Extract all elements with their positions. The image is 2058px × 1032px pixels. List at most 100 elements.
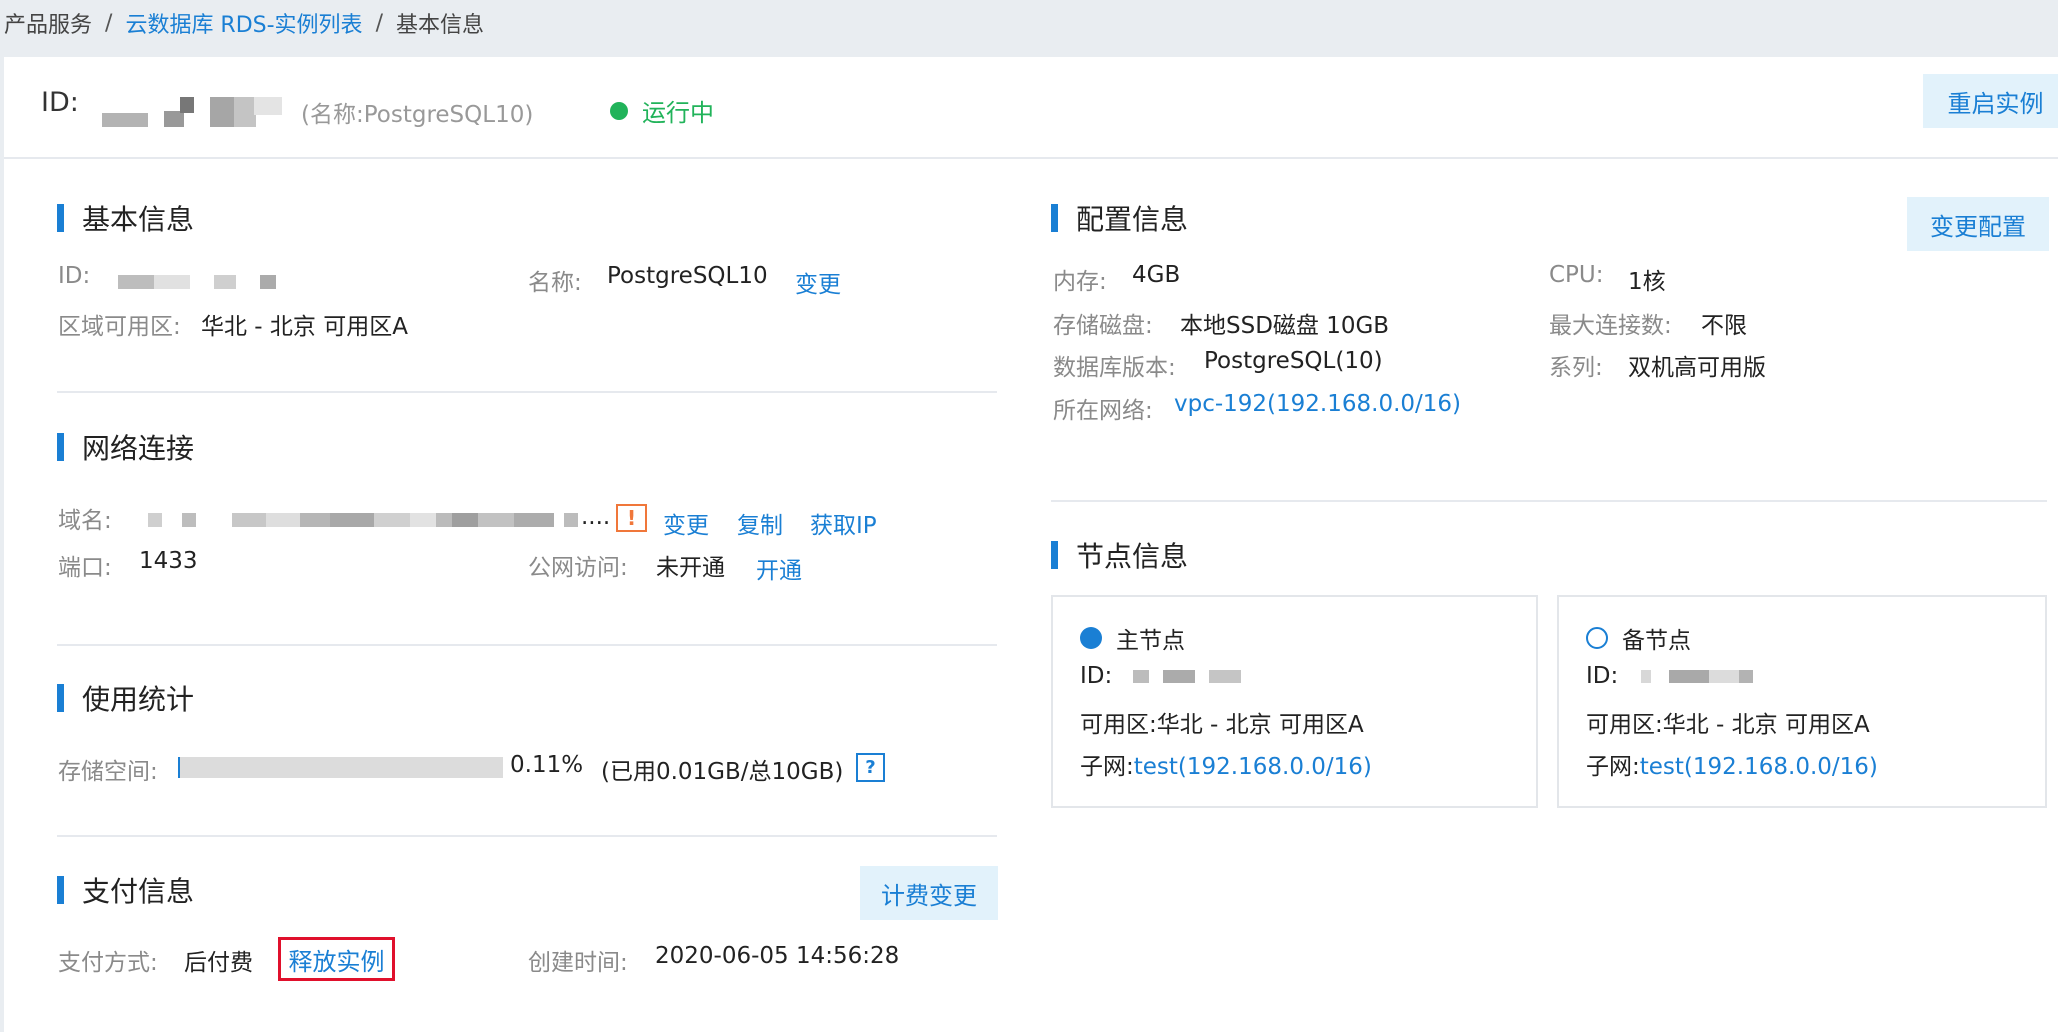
vpc-label: 所在网络: [1053,398,1153,424]
primary-node-zone-row: 可用区:华北 - 北京 可用区A [1080,705,1364,739]
primary-node-id-redacted [1133,667,1253,687]
series-label: 系列: [1549,355,1603,381]
primary-node-subnet-link[interactable]: test(192.168.0.0/16) [1134,754,1372,780]
db-version-label: 数据库版本: [1053,355,1176,381]
section-title-basic-info: 基本信息 [57,198,194,238]
section-accent-bar [1051,541,1058,569]
breadcrumb-item-instance-list[interactable]: 云数据库 RDS-实例列表 [125,7,362,39]
primary-node-zone-label: 可用区: [1080,712,1157,738]
primary-node-radio-icon [1080,627,1102,649]
basic-name-value: PostgreSQL10 [607,263,768,289]
divider [57,835,997,837]
max-connections-value: 不限 [1701,313,1747,339]
instance-detail-card: ID: (名称:PostgreSQL10) 运行中 重启实例 基本信息 ID: … [4,57,2058,1032]
domain-redacted [148,507,578,531]
instance-header: ID: (名称:PostgreSQL10) 运行中 重启实例 [4,57,2058,159]
primary-node-header: 主节点 [1080,621,1185,655]
basic-id-redacted [114,271,284,293]
section-title-text: 支付信息 [82,875,195,908]
instance-id-label: ID: [41,87,79,118]
standby-node-id-redacted [1639,667,1759,687]
payment-method-value: 后付费 [184,950,253,976]
section-accent-bar [57,876,64,904]
standby-node-zone-label: 可用区: [1586,712,1663,738]
standby-node-title: 备节点 [1622,628,1691,654]
section-title-payment: 支付信息 [57,870,194,910]
breadcrumb-item-products[interactable]: 产品服务 [4,7,92,39]
change-name-link[interactable]: 变更 [795,265,841,299]
section-title-nodes: 节点信息 [1051,535,1188,575]
primary-node-subnet-row: 子网:test(192.168.0.0/16) [1080,747,1372,781]
storage-label: 存储空间: [58,759,158,785]
public-access-value: 未开通 [656,555,725,581]
primary-node-id-label: ID: [1080,663,1113,689]
standby-node-card: 备节点 ID: 可用区:华北 - 北京 可用区A 子网:test(192.168… [1557,595,2047,808]
copy-domain-link[interactable]: 复制 [737,506,783,540]
storage-detail: (已用0.01GB/总10GB) [601,759,844,785]
status-text: 运行中 [642,99,714,127]
series-value: 双机高可用版 [1628,355,1766,381]
domain-ellipsis: .... [581,504,611,530]
storage-percent: 0.11% [510,752,584,778]
section-title-config: 配置信息 [1051,198,1188,238]
standby-node-subnet-row: 子网:test(192.168.0.0/16) [1586,747,1878,781]
disk-label: 存储磁盘: [1053,313,1153,339]
domain-label: 域名: [58,508,112,534]
instance-name-note: (名称:PostgreSQL10) [301,102,534,128]
breadcrumb-separator: / [375,10,383,36]
vpc-link[interactable]: vpc-192(192.168.0.0/16) [1174,391,1461,417]
change-domain-link[interactable]: 变更 [663,506,709,540]
section-accent-bar [57,204,64,232]
primary-node-zone-value: 华北 - 北京 可用区A [1156,712,1364,738]
standby-node-subnet-link[interactable]: test(192.168.0.0/16) [1640,754,1878,780]
basic-id-label: ID: [58,263,91,289]
get-ip-link[interactable]: 获取IP [810,506,877,540]
port-value: 1433 [139,548,198,574]
warning-icon[interactable]: ! [616,504,647,532]
disk-value: 本地SSD磁盘 10GB [1180,313,1390,339]
section-accent-bar [1051,204,1058,232]
enable-public-link[interactable]: 开通 [756,551,802,585]
standby-node-id-label: ID: [1586,663,1619,689]
primary-node-card: 主节点 ID: 可用区:华北 - 北京 可用区A 子网:test(192.168… [1051,595,1538,808]
release-instance-link[interactable]: 释放实例 [278,937,395,981]
status-dot-icon [610,101,628,120]
section-title-usage: 使用统计 [57,678,194,718]
basic-name-label: 名称: [528,270,582,296]
breadcrumb-separator: / [105,10,113,36]
created-time-label: 创建时间: [528,950,628,976]
divider [57,644,997,646]
primary-node-subnet-label: 子网: [1080,754,1134,780]
section-title-text: 节点信息 [1076,540,1189,573]
primary-node-title: 主节点 [1116,628,1185,654]
section-title-text: 基本信息 [82,203,195,236]
section-title-text: 配置信息 [1076,203,1189,236]
section-title-network: 网络连接 [57,427,194,467]
port-label: 端口: [58,555,112,581]
max-connections-label: 最大连接数: [1549,313,1672,339]
billing-change-button[interactable]: 计费变更 [860,866,998,920]
restart-instance-button[interactable]: 重启实例 [1923,74,2058,128]
breadcrumb: 产品服务 / 云数据库 RDS-实例列表 / 基本信息 [4,6,484,40]
standby-node-radio-icon [1586,627,1608,649]
divider [57,391,997,393]
memory-value: 4GB [1132,262,1181,288]
instance-id-redacted [98,95,288,129]
section-accent-bar [57,433,64,461]
standby-node-zone-row: 可用区:华北 - 北京 可用区A [1586,705,1870,739]
section-title-text: 使用统计 [82,683,195,716]
memory-label: 内存: [1053,269,1107,295]
standby-node-header: 备节点 [1586,621,1691,655]
help-icon[interactable]: ? [856,753,885,782]
cpu-label: CPU: [1549,262,1604,288]
status-badge: 运行中 [610,93,714,128]
region-value: 华北 - 北京 可用区A [201,314,408,340]
section-title-text: 网络连接 [82,432,195,465]
region-label: 区域可用区: [58,314,181,340]
change-config-button[interactable]: 变更配置 [1907,197,2049,251]
storage-progress-fill [178,757,181,778]
cpu-value: 1核 [1628,269,1666,295]
standby-node-subnet-label: 子网: [1586,754,1640,780]
storage-progress-bar [178,757,503,778]
standby-node-zone-value: 华北 - 北京 可用区A [1662,712,1870,738]
